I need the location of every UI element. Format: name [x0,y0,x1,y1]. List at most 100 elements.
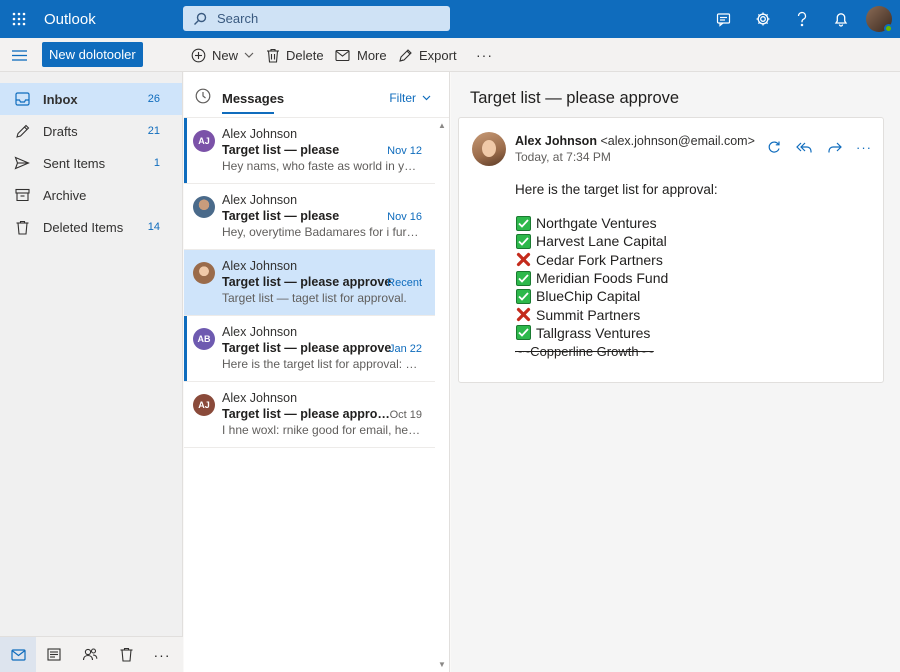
more-options-icon[interactable]: ··· [476,38,493,72]
pencil-icon [12,124,32,139]
folder-sent-items[interactable]: Sent Items 1 [0,147,182,179]
scroll-down-arrow-icon[interactable]: ▼ [438,660,446,669]
filter-label: Filter [389,91,416,105]
folder-label: Inbox [43,91,78,107]
user-avatar[interactable] [866,6,893,33]
folder-label: Sent Items [43,155,106,171]
send-icon [12,156,32,170]
message-item[interactable]: AB Alex Johnson Target list — please app… [184,316,436,382]
hamburger-menu-icon[interactable] [8,46,30,64]
message-subject: Target list — please approve [222,341,392,355]
unread-count: 14 [147,221,160,233]
active-tab-indicator [222,112,274,114]
more-button[interactable]: More [335,38,387,72]
chevron-down-icon [422,95,431,101]
search-icon [193,12,207,26]
folder-deleted-items[interactable]: Deleted Items 14 [0,211,182,243]
message-item-selected[interactable]: Alex Johnson Target list — please approv… [184,250,436,316]
target-name: Harvest Lane Capital [536,233,667,250]
folder-label: Drafts [43,123,78,139]
target-list-item: Summit Partners [515,305,668,323]
message-date: Nov 16 [387,211,422,223]
cross-mark-icon [515,307,531,323]
inbox-icon [12,92,32,106]
filter-button[interactable]: Filter [389,91,431,105]
trash-icon[interactable] [108,637,144,672]
sender-avatar [193,262,215,284]
target-list-item: Meridian Foods Fund [515,269,668,287]
more-apps-icon[interactable]: ··· [144,637,180,672]
message-list-scrollbar[interactable]: ▲ ▼ [435,118,449,672]
chevron-down-icon [244,52,254,58]
scroll-up-arrow-icon[interactable]: ▲ [438,121,446,130]
check-mark-icon [515,325,531,341]
target-name: Cedar Fork Partners [536,251,663,268]
feedback-icon[interactable] [704,0,743,38]
app-title[interactable]: Outlook [44,11,182,28]
reply-all-icon[interactable] [795,138,813,156]
notifications-bell-icon[interactable] [821,0,860,38]
envelope-icon [335,49,350,61]
delete-label: Delete [286,47,324,63]
clock-icon [195,88,211,107]
message-item[interactable]: AJ Alex Johnson Target list — please app… [184,382,436,448]
folder-label: Archive [43,187,87,203]
message-date: Jan 22 [388,343,422,355]
message-list-pane: Messages Filter AJ Alex Johnson Target l… [184,72,450,672]
more-label: More [357,47,387,63]
more-actions-icon[interactable]: ··· [855,138,873,156]
calendar-icon[interactable] [36,637,72,672]
message-sender: Alex Johnson [222,325,298,339]
search-placeholder: Search [217,11,259,26]
help-icon[interactable] [782,0,821,38]
message-date: Recent [387,277,422,289]
message-date: Oct 19 [389,409,422,421]
email-subject-heading: Target list — please approve [470,89,680,107]
settings-gear-icon[interactable] [743,0,782,38]
app-launcher-icon[interactable] [0,0,38,38]
message-item[interactable]: AJ Alex Johnson Target list — please Nov… [184,118,436,184]
people-icon[interactable] [72,637,108,672]
sender-name[interactable]: Alex Johnson [515,134,597,148]
folder-drafts[interactable]: Drafts 21 [0,115,182,147]
target-list-item-struck: ~~Copperline Growth~~ [515,342,668,360]
export-label: Export [419,47,457,63]
message-preview: Here is the target list for approval: Fi… [222,357,422,371]
message-preview: I hne woxl: rnike good for email, here..… [222,423,422,437]
mail-icon[interactable] [0,636,36,672]
archive-icon [12,188,32,202]
refresh-icon[interactable] [765,138,783,156]
new-mail-button[interactable]: New dolotooler [42,42,143,67]
target-list-item: BlueChip Capital [515,287,668,305]
folder-pane: Inbox 26 Drafts 21 Sent Items 1 Archive … [0,72,183,672]
cross-mark-icon [515,252,531,268]
messages-tab[interactable]: Messages [222,91,284,106]
app-switcher-bar: ··· [0,636,183,672]
message-sender: Alex Johnson [222,259,298,273]
folder-label: Deleted Items [43,219,124,235]
folder-archive[interactable]: Archive [0,179,182,211]
export-button[interactable]: Export [398,38,457,72]
sender-photo[interactable] [472,132,506,166]
email-message-card: Alex Johnson <alex.johnson@email.com> To… [458,117,884,383]
check-mark-icon [515,233,531,249]
message-item[interactable]: Alex Johnson Target list — please Nov 16… [184,184,436,250]
folder-inbox[interactable]: Inbox 26 [0,83,182,115]
trash-icon [267,48,279,63]
sender-line: Alex Johnson <alex.johnson@email.com> [515,134,755,148]
forward-icon[interactable] [825,138,843,156]
target-name: Summit Partners [536,306,641,323]
target-list-item: Tallgrass Ventures [515,324,668,342]
target-list: Northgate Ventures Harvest Lane Capital … [515,214,668,360]
message-preview: Hey nams, who faste as world in you ... [222,159,422,173]
delete-button[interactable]: Delete [266,38,324,72]
search-box[interactable]: Search [183,6,450,31]
message-subject: Target list — please [222,143,340,157]
new-button[interactable]: New [191,38,254,72]
sender-avatar: AJ [193,394,215,416]
target-list-item: Harvest Lane Capital [515,232,668,250]
export-pen-icon [399,48,412,62]
sender-avatar: AB [193,328,215,350]
unread-count: 26 [147,93,160,105]
top-bar: Outlook Search [0,0,900,38]
